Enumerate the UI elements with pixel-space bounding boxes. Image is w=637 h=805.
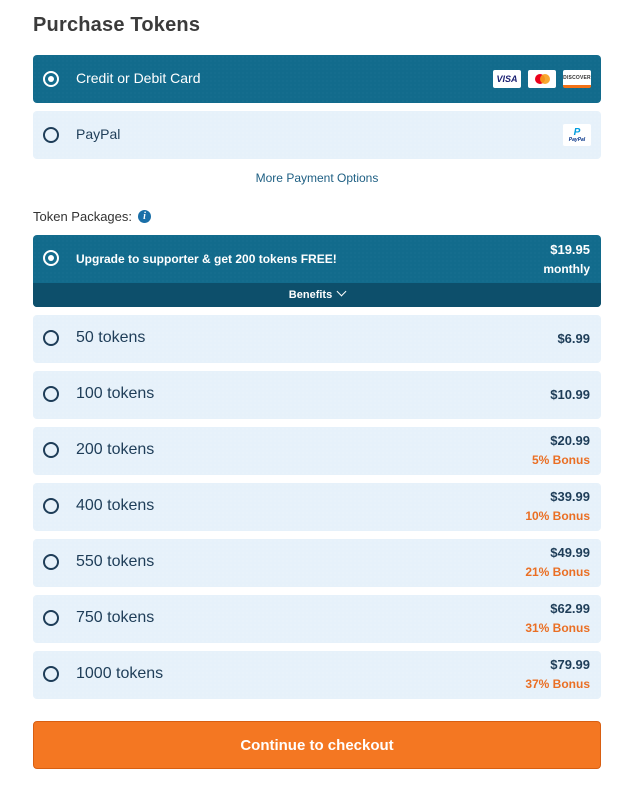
- package-row[interactable]: 50 tokens $6.99: [33, 315, 601, 363]
- bonus-badge: 37% Bonus: [525, 677, 590, 691]
- package-row[interactable]: 100 tokens $10.99: [33, 371, 601, 419]
- package-label: 50 tokens: [76, 329, 146, 346]
- benefits-toggle[interactable]: Benefits: [33, 283, 601, 307]
- package-label: 100 tokens: [76, 385, 155, 402]
- bonus-badge: 5% Bonus: [531, 453, 590, 467]
- paypal-radio[interactable]: [43, 127, 59, 143]
- package-label: 200 tokens: [76, 441, 155, 458]
- paypal-icon: P PayPal: [563, 124, 591, 146]
- package-radio[interactable]: [43, 610, 59, 626]
- package-price: $10.99: [550, 387, 590, 402]
- info-icon[interactable]: i: [138, 210, 152, 223]
- supporter-period: monthly: [543, 262, 590, 276]
- package-price: $79.99: [550, 657, 590, 672]
- continue-to-checkout-button[interactable]: Continue to checkout: [33, 721, 601, 769]
- page-title: Purchase Tokens: [33, 14, 201, 36]
- package-row[interactable]: 200 tokens $20.99 5% Bonus: [33, 427, 601, 475]
- package-radio[interactable]: [43, 554, 59, 570]
- package-radio[interactable]: [43, 498, 59, 514]
- package-price-block: $49.99 21% Bonus: [525, 545, 590, 579]
- supporter-price-block: $19.95 monthly: [543, 242, 590, 276]
- package-radio[interactable]: [43, 386, 59, 402]
- package-price-block: $39.99 10% Bonus: [525, 489, 590, 523]
- visa-icon: VISA: [493, 70, 521, 88]
- package-price: $39.99: [550, 489, 590, 504]
- discover-icon: DISCOVER: [563, 70, 591, 88]
- mastercard-icon: [528, 70, 556, 88]
- package-row[interactable]: 400 tokens $39.99 10% Bonus: [33, 483, 601, 531]
- payment-option-label: Credit or Debit Card: [76, 70, 201, 86]
- package-label: 1000 tokens: [76, 665, 164, 682]
- package-radio[interactable]: [43, 442, 59, 458]
- package-label: 400 tokens: [76, 497, 155, 514]
- bonus-badge: 31% Bonus: [525, 621, 590, 635]
- package-radio[interactable]: [43, 666, 59, 682]
- supporter-radio[interactable]: [43, 250, 59, 266]
- token-packages-label: Token Packages:: [33, 209, 133, 224]
- package-row[interactable]: 1000 tokens $79.99 37% Bonus: [33, 651, 601, 699]
- bonus-badge: 10% Bonus: [525, 509, 590, 523]
- package-price: $49.99: [550, 545, 590, 560]
- package-price: $20.99: [550, 433, 590, 448]
- package-price-block: $79.99 37% Bonus: [525, 657, 590, 691]
- package-row[interactable]: 750 tokens $62.99 31% Bonus: [33, 595, 601, 643]
- benefits-label: Benefits: [288, 289, 333, 301]
- payment-option-card[interactable]: Credit or Debit Card VISA DISCOVER: [33, 55, 601, 103]
- card-brand-icons: VISA DISCOVER: [493, 70, 591, 88]
- token-packages-heading: Token Packages: i: [33, 209, 152, 224]
- package-row[interactable]: 550 tokens $49.99 21% Bonus: [33, 539, 601, 587]
- card-radio[interactable]: [43, 71, 59, 87]
- package-price-block: $62.99 31% Bonus: [525, 601, 590, 635]
- package-label: 550 tokens: [76, 553, 155, 570]
- package-price-block: $20.99 5% Bonus: [532, 433, 590, 467]
- payment-option-paypal[interactable]: PayPal P PayPal: [33, 111, 601, 159]
- package-supporter[interactable]: Upgrade to supporter & get 200 tokens FR…: [33, 235, 601, 307]
- payment-option-label: PayPal: [76, 126, 121, 142]
- package-radio[interactable]: [43, 330, 59, 346]
- supporter-label: Upgrade to supporter & get 200 tokens FR…: [76, 252, 337, 266]
- more-payment-options-link[interactable]: More Payment Options: [33, 171, 601, 185]
- supporter-price: $19.95: [550, 242, 590, 257]
- bonus-badge: 21% Bonus: [525, 565, 590, 579]
- package-price: $62.99: [550, 601, 590, 616]
- package-label: 750 tokens: [76, 609, 155, 626]
- chevron-down-icon: [336, 286, 347, 297]
- package-price: $6.99: [557, 331, 590, 346]
